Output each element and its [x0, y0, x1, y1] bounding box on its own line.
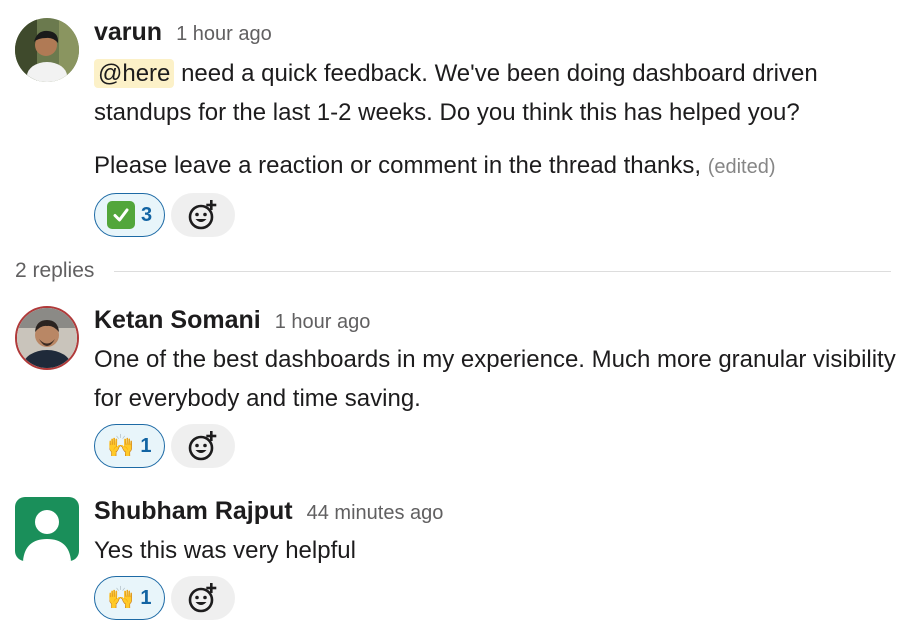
message-text: need a quick feedback. We've been doing …: [94, 60, 818, 126]
thread-replies-divider: 2 replies: [15, 259, 891, 283]
message-header: Ketan Somani 1 hour ago: [94, 306, 896, 338]
timestamp[interactable]: 1 hour ago: [176, 23, 272, 46]
add-reaction-button[interactable]: [170, 576, 235, 620]
message-header: varun 1 hour ago: [94, 18, 896, 50]
raised-hands-icon: 🙌: [107, 585, 135, 610]
reaction-raised-hands[interactable]: 🙌 1: [94, 424, 165, 468]
mention-here[interactable]: @here: [94, 59, 175, 88]
add-reaction-button[interactable]: [171, 193, 236, 237]
author-name[interactable]: varun: [94, 18, 162, 47]
author-name[interactable]: Ketan Somani: [94, 306, 261, 335]
reaction-count: 1: [140, 434, 152, 457]
message-body: One of the best dashboards in my experie…: [94, 346, 896, 412]
add-reaction-icon: [188, 200, 217, 230]
replies-count: 2 replies: [15, 259, 95, 282]
timestamp[interactable]: 44 minutes ago: [307, 502, 444, 525]
message-header: Shubham Rajput 44 minutes ago: [94, 497, 896, 529]
avatar-varun[interactable]: [15, 18, 79, 82]
avatar-ketan-somani[interactable]: [15, 306, 79, 370]
reactions-bar: 3: [94, 193, 896, 237]
timestamp[interactable]: 1 hour ago: [275, 311, 371, 334]
reactions-bar: 🙌 1: [94, 576, 896, 620]
author-name[interactable]: Shubham Rajput: [94, 497, 293, 526]
message-text-line2: Please leave a reaction or comment in th…: [94, 152, 708, 179]
reactions-bar: 🙌 1: [94, 424, 896, 468]
reaction-count: 1: [140, 586, 152, 609]
raised-hands-icon: 🙌: [107, 433, 135, 458]
check-mark-icon: [107, 201, 135, 229]
reaction-count: 3: [141, 203, 153, 226]
edited-label: (edited): [707, 156, 776, 178]
add-reaction-icon: [188, 583, 216, 613]
message-body: Yes this was very helpful: [94, 537, 356, 564]
message-body: @here need a quick feedback. We've been …: [94, 54, 896, 187]
add-reaction-icon: [188, 431, 216, 461]
reaction-raised-hands[interactable]: 🙌 1: [94, 576, 165, 620]
divider-line: [114, 270, 891, 272]
add-reaction-button[interactable]: [170, 424, 235, 468]
default-user-icon: [15, 497, 79, 561]
avatar-shubham-rajput[interactable]: [15, 497, 79, 561]
reaction-white-check-mark[interactable]: 3: [94, 193, 166, 237]
